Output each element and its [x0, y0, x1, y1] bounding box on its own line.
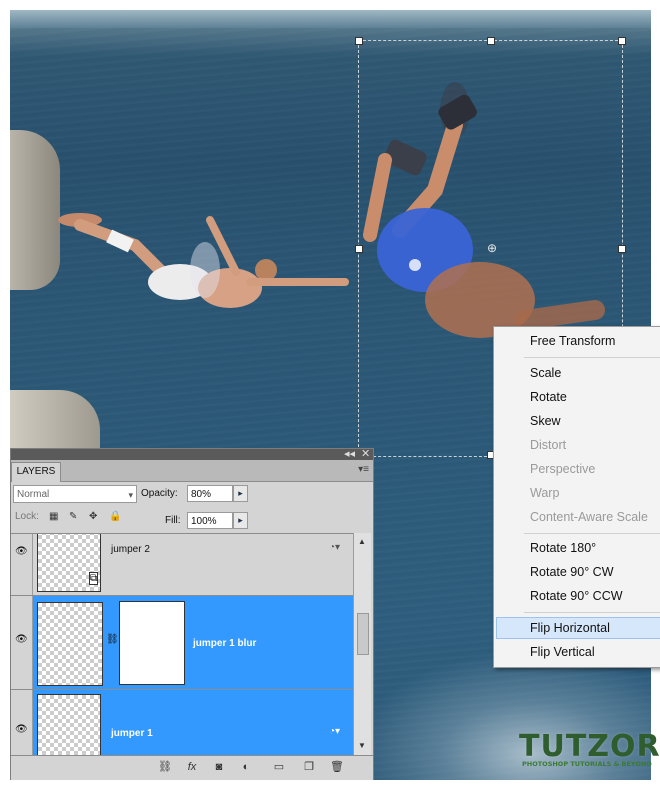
- menu-item-rotate-90-ccw[interactable]: Rotate 90° CCW: [530, 589, 623, 603]
- move-icon[interactable]: ✥: [89, 511, 97, 522]
- opacity-input[interactable]: 80%: [187, 485, 233, 502]
- link-icon[interactable]: ⛓: [106, 634, 119, 645]
- layer-name[interactable]: jumper 1 blur: [193, 638, 256, 649]
- chevron-down-icon: ▾: [128, 490, 133, 500]
- menu-item-rotate[interactable]: Rotate: [530, 390, 567, 404]
- panel-tab-bar: LAYERS ▾≡: [11, 460, 373, 482]
- close-icon[interactable]: ✕: [361, 447, 370, 460]
- panel-title-bar: ◂◂ ✕: [11, 447, 373, 460]
- layer-thumbnail: [37, 694, 101, 756]
- menu-item-perspective[interactable]: Perspective: [530, 462, 595, 476]
- layer-row[interactable]: 👁 ⧉ jumper 2 ◔▾: [11, 534, 353, 596]
- mask-icon[interactable]: ◙: [211, 760, 227, 774]
- menu-item-distort[interactable]: Distort: [530, 438, 566, 452]
- menu-item-rotate-90-cw[interactable]: Rotate 90° CW: [530, 565, 614, 579]
- lock-image-icon[interactable]: ✎: [69, 511, 77, 522]
- menu-separator: [524, 612, 660, 613]
- layer-row[interactable]: 👁 ⛓ jumper 1 blur: [11, 596, 353, 690]
- eye-icon[interactable]: 👁: [11, 690, 33, 756]
- link-icon[interactable]: ⛓: [157, 760, 173, 774]
- transform-handle-tr[interactable]: [618, 37, 626, 45]
- watermark-tagline: PHOTOSHOP TUTORIALS & BEYOND: [522, 760, 652, 768]
- panel-menu-icon[interactable]: ▾≡: [358, 464, 369, 475]
- eye-icon[interactable]: 👁: [11, 534, 33, 595]
- layer-mask-thumbnail[interactable]: [119, 601, 185, 685]
- menu-separator: [524, 533, 660, 534]
- layers-list: 👁 ⧉ jumper 2 ◔▾ 👁 ⛓ jumper 1 blur 👁 jump…: [11, 533, 353, 756]
- sky-area: [10, 10, 651, 28]
- opacity-label: Opacity:: [141, 488, 178, 499]
- collapse-icon[interactable]: ◂◂: [344, 447, 355, 460]
- transform-handle-tm[interactable]: [487, 37, 495, 45]
- blend-mode-value: Normal: [17, 489, 50, 500]
- eye-icon[interactable]: 👁: [11, 596, 33, 689]
- layers-footer-toolbar: ⛓ fx ◙ ◐ ▭ ❐ 🗑: [11, 755, 373, 780]
- menu-item-scale[interactable]: Scale: [530, 366, 561, 380]
- tab-layers[interactable]: LAYERS: [11, 462, 61, 482]
- layer-name[interactable]: jumper 1: [111, 728, 153, 739]
- menu-separator: [524, 357, 660, 358]
- smart-object-icon: ⧉: [89, 572, 99, 585]
- transform-handle-ml[interactable]: [355, 245, 363, 253]
- trash-icon[interactable]: 🗑: [329, 760, 345, 774]
- transform-handle-mr[interactable]: [618, 245, 626, 253]
- transform-center-icon[interactable]: ⊕: [487, 241, 497, 255]
- opacity-slider-button[interactable]: ▸: [233, 485, 248, 502]
- menu-item-free-transform[interactable]: Free Transform: [530, 334, 615, 348]
- layer-thumbnail: [37, 602, 103, 686]
- fx-badge-icon: ◔▾: [329, 726, 341, 737]
- menu-item-skew[interactable]: Skew: [530, 414, 561, 428]
- menu-item-warp[interactable]: Warp: [530, 486, 559, 500]
- menu-item-flip-horizontal[interactable]: Flip Horizontal: [530, 621, 610, 635]
- fx-badge-icon: ◔▾: [329, 542, 341, 553]
- blend-mode-select[interactable]: Normal ▾: [13, 485, 137, 503]
- layer-row[interactable]: 👁 jumper 1 ◔▾: [11, 690, 353, 756]
- new-layer-icon[interactable]: ❐: [301, 760, 317, 774]
- layers-scrollbar[interactable]: ▲ ▼: [353, 533, 371, 755]
- layer-name[interactable]: jumper 2: [111, 544, 150, 555]
- lock-transparent-icon[interactable]: ▦: [49, 511, 58, 522]
- scroll-down-icon[interactable]: ▼: [358, 741, 366, 750]
- adjustment-icon[interactable]: ◐: [238, 760, 254, 774]
- menu-item-flip-vertical[interactable]: Flip Vertical: [530, 645, 595, 659]
- menu-item-rotate-180[interactable]: Rotate 180°: [530, 541, 596, 555]
- watermark-logo: TUTZOR: [519, 729, 660, 764]
- lock-label: Lock:: [15, 511, 39, 522]
- transform-handle-tl[interactable]: [355, 37, 363, 45]
- layers-panel: ◂◂ ✕ LAYERS ▾≡ Normal ▾ Opacity: 80% ▸ L…: [10, 448, 374, 780]
- fill-slider-button[interactable]: ▸: [233, 512, 248, 529]
- fill-label: Fill:: [165, 515, 181, 526]
- folder-icon[interactable]: ▭: [271, 760, 287, 774]
- fx-icon[interactable]: fx: [184, 760, 200, 774]
- scrollbar-thumb[interactable]: [357, 613, 369, 655]
- lock-icon[interactable]: 🔒: [109, 511, 121, 522]
- jumper-2-figure: [58, 213, 349, 308]
- menu-item-content-aware-scale[interactable]: Content-Aware Scale: [530, 510, 648, 524]
- scroll-up-icon[interactable]: ▲: [358, 537, 366, 546]
- transform-context-menu: Free Transform Scale Rotate Skew Distort…: [493, 326, 660, 668]
- fill-input[interactable]: 100%: [187, 512, 233, 529]
